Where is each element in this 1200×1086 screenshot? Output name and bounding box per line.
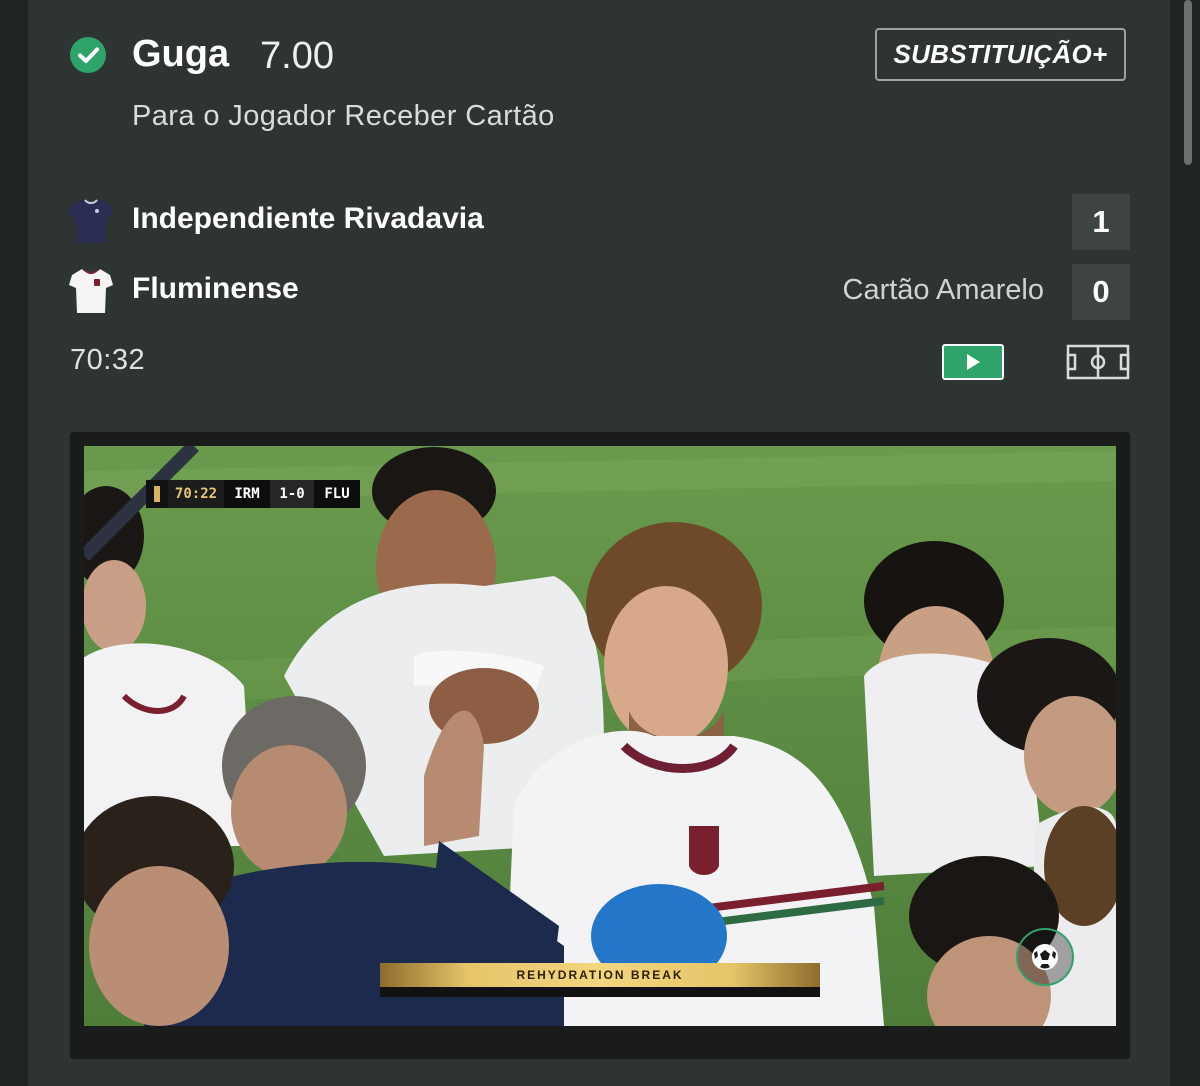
market-name: Para o Jogador Receber Cartão <box>132 100 555 132</box>
home-team-row: Independiente Rivadavia 1 <box>66 194 1130 250</box>
selection-odds: 7.00 <box>260 35 334 77</box>
scorebug-score: 1-0 <box>270 480 314 508</box>
scorebug-home: IRM <box>224 480 270 508</box>
video-scene <box>84 446 1116 1026</box>
away-team-row: Fluminense Cartão Amarelo 0 <box>66 264 1130 320</box>
check-icon <box>70 37 106 73</box>
banner-shadow <box>380 987 820 997</box>
football-icon[interactable] <box>1016 928 1074 986</box>
home-score: 1 <box>1072 194 1130 250</box>
scorebug-time: 70:22 <box>168 480 224 508</box>
home-shirt-icon <box>69 199 113 243</box>
play-video-button[interactable] <box>942 344 1004 380</box>
selection-name: Guga <box>132 33 230 75</box>
home-team-name: Independiente Rivadavia <box>132 202 484 235</box>
away-team-name: Fluminense <box>132 272 299 305</box>
rehydration-banner: REHYDRATION BREAK <box>380 963 820 987</box>
scorebug-away: FLU <box>314 480 360 508</box>
tournament-logo-icon <box>146 480 168 508</box>
play-icon <box>967 354 980 370</box>
pitch-icon[interactable] <box>1066 344 1130 380</box>
match-clock: 70:32 <box>70 344 146 376</box>
substitution-button[interactable]: SUBSTITUIÇÃO+ <box>875 28 1126 81</box>
live-video[interactable]: 70:22 IRM 1-0 FLU REHYDRATION BREAK <box>84 446 1116 1026</box>
scrollbar[interactable] <box>1184 0 1192 165</box>
video-scorebug: 70:22 IRM 1-0 FLU <box>146 480 360 508</box>
away-shirt-icon <box>69 269 113 313</box>
away-score: 0 <box>1072 264 1130 320</box>
yellow-card-note: Cartão Amarelo <box>842 274 1045 306</box>
